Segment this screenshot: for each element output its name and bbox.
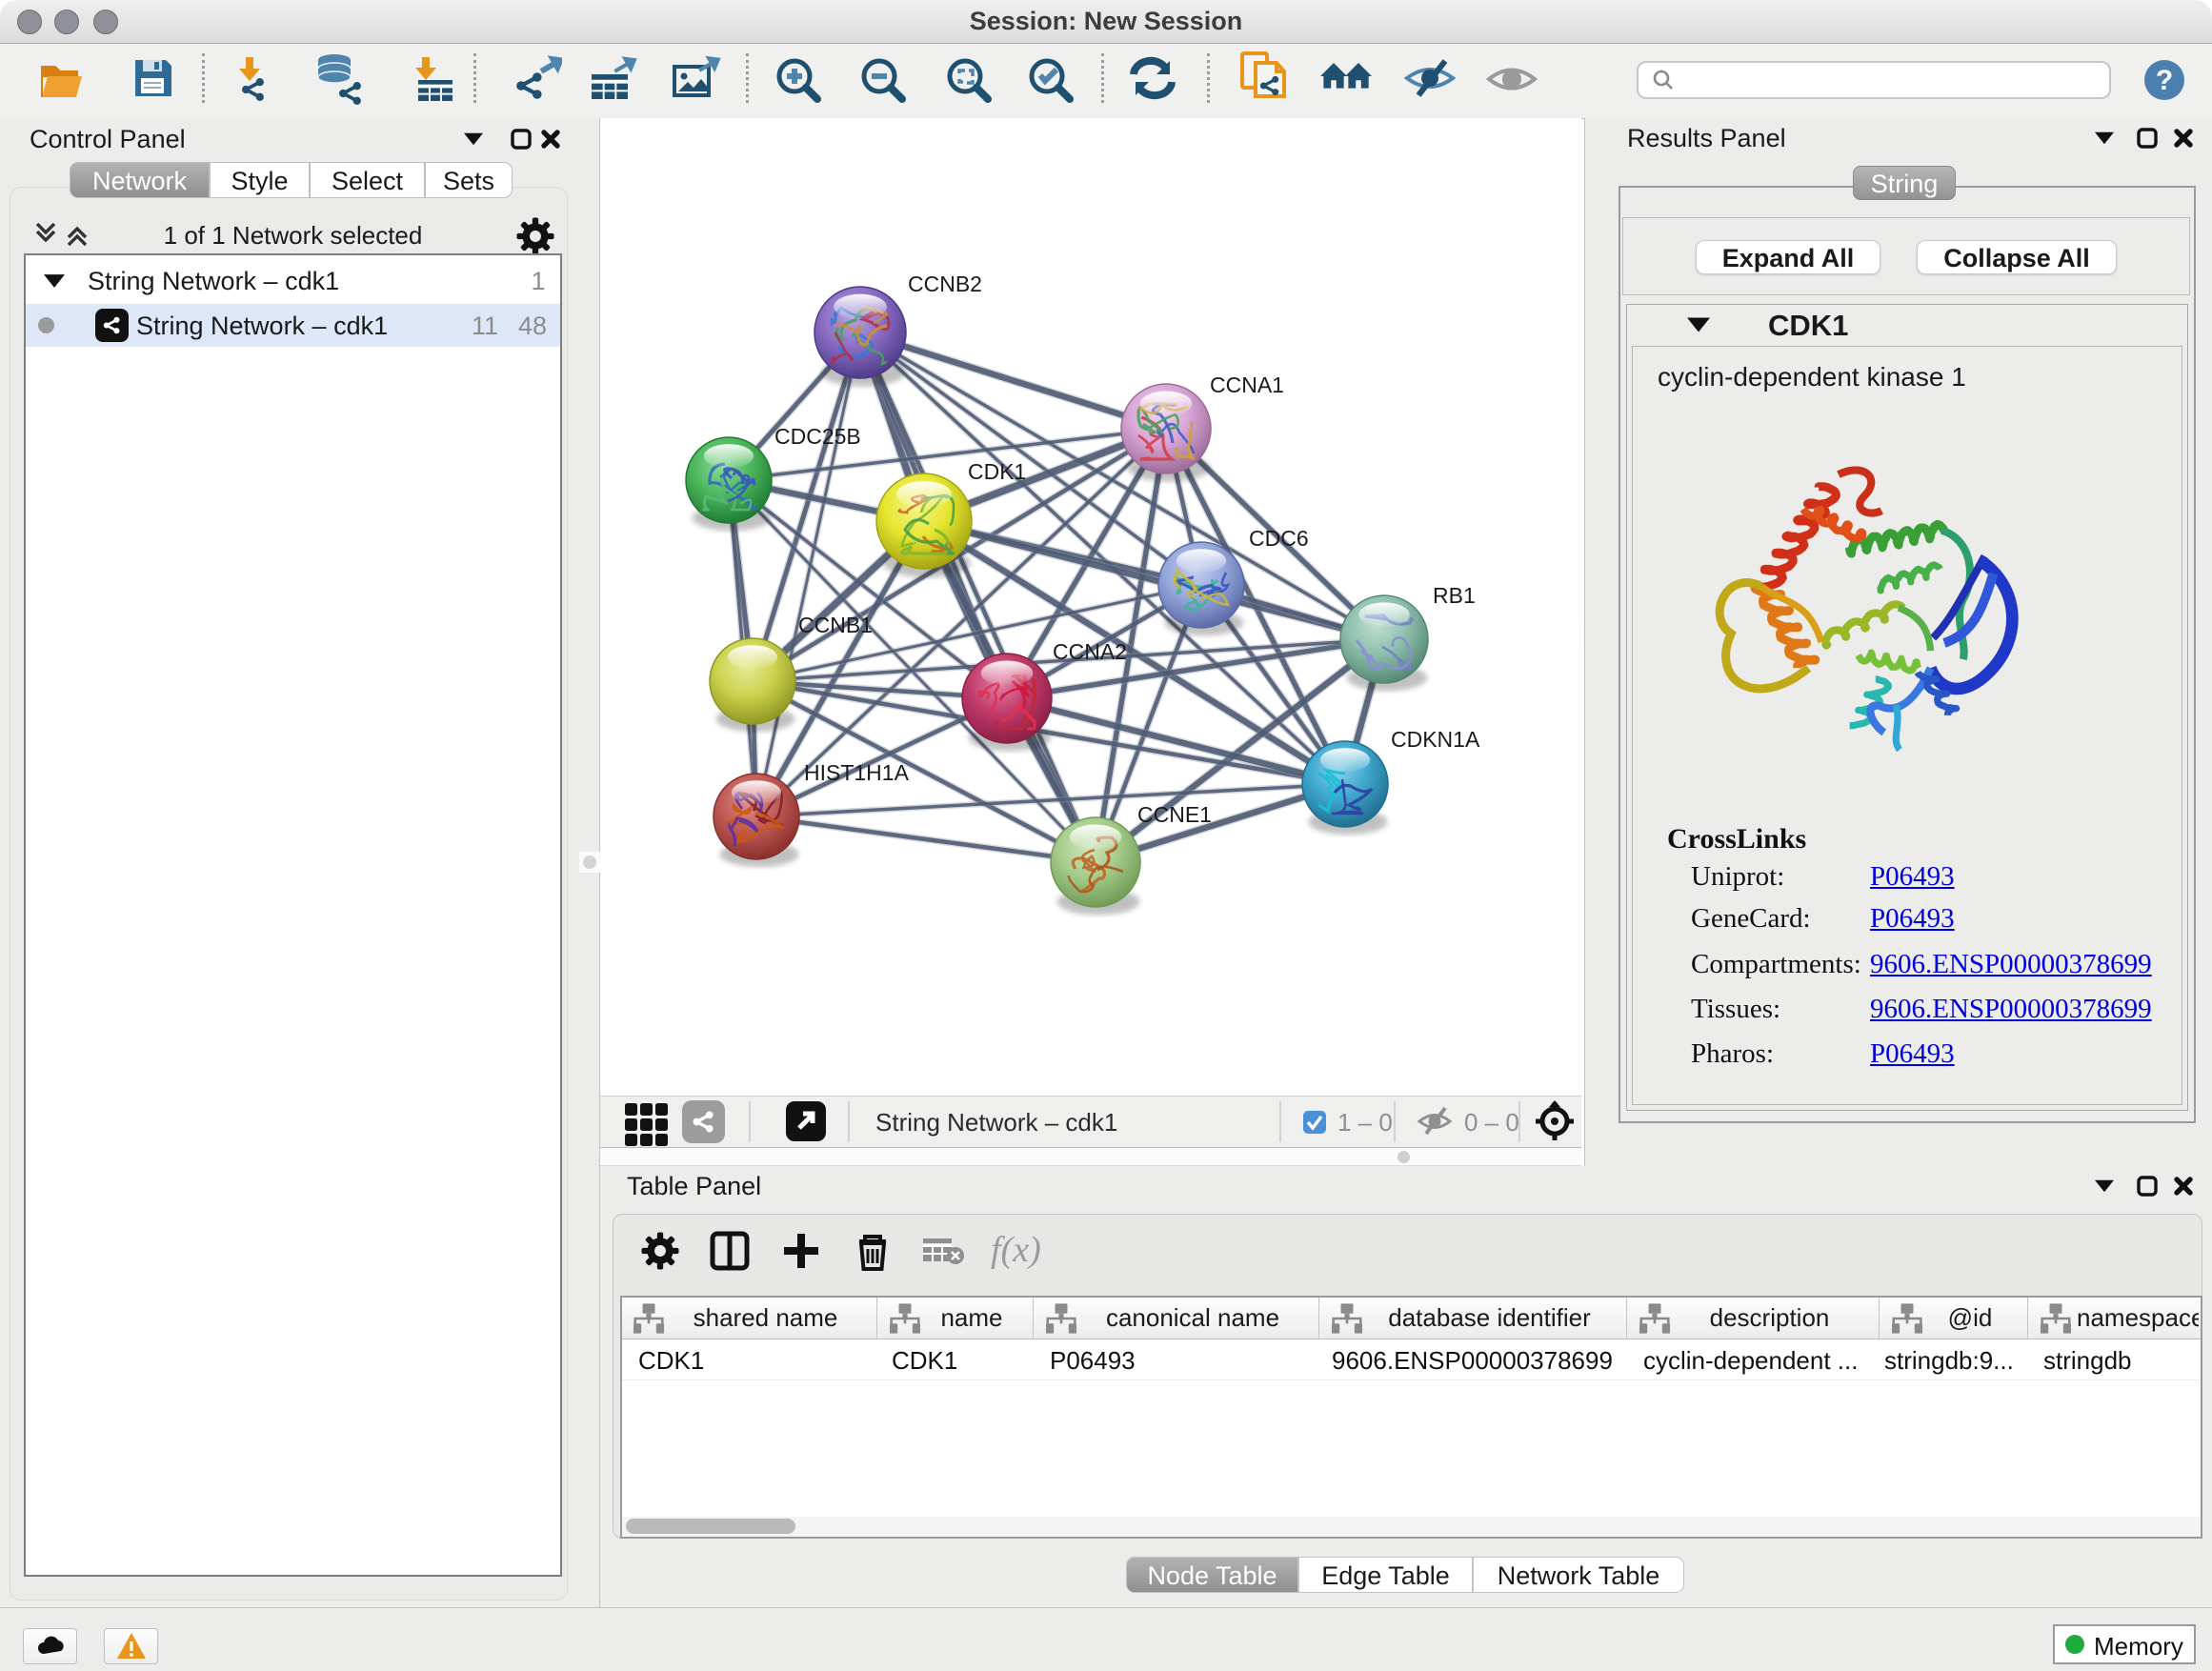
svg-text:HIST1H1A: HIST1H1A	[804, 760, 910, 785]
svg-text:CDKN1A: CDKN1A	[1391, 727, 1480, 752]
svg-text:CDK1: CDK1	[968, 459, 1026, 484]
svg-text:RB1: RB1	[1433, 583, 1476, 608]
svg-text:CCNA2: CCNA2	[1053, 639, 1127, 664]
svg-text:CDC6: CDC6	[1249, 526, 1309, 551]
svg-text:CCNB2: CCNB2	[908, 272, 982, 296]
svg-text:CCNE1: CCNE1	[1137, 802, 1212, 827]
svg-text:CCNA1: CCNA1	[1210, 372, 1284, 397]
svg-text:CDC25B: CDC25B	[774, 424, 861, 449]
svg-text:CCNB1: CCNB1	[798, 613, 873, 637]
